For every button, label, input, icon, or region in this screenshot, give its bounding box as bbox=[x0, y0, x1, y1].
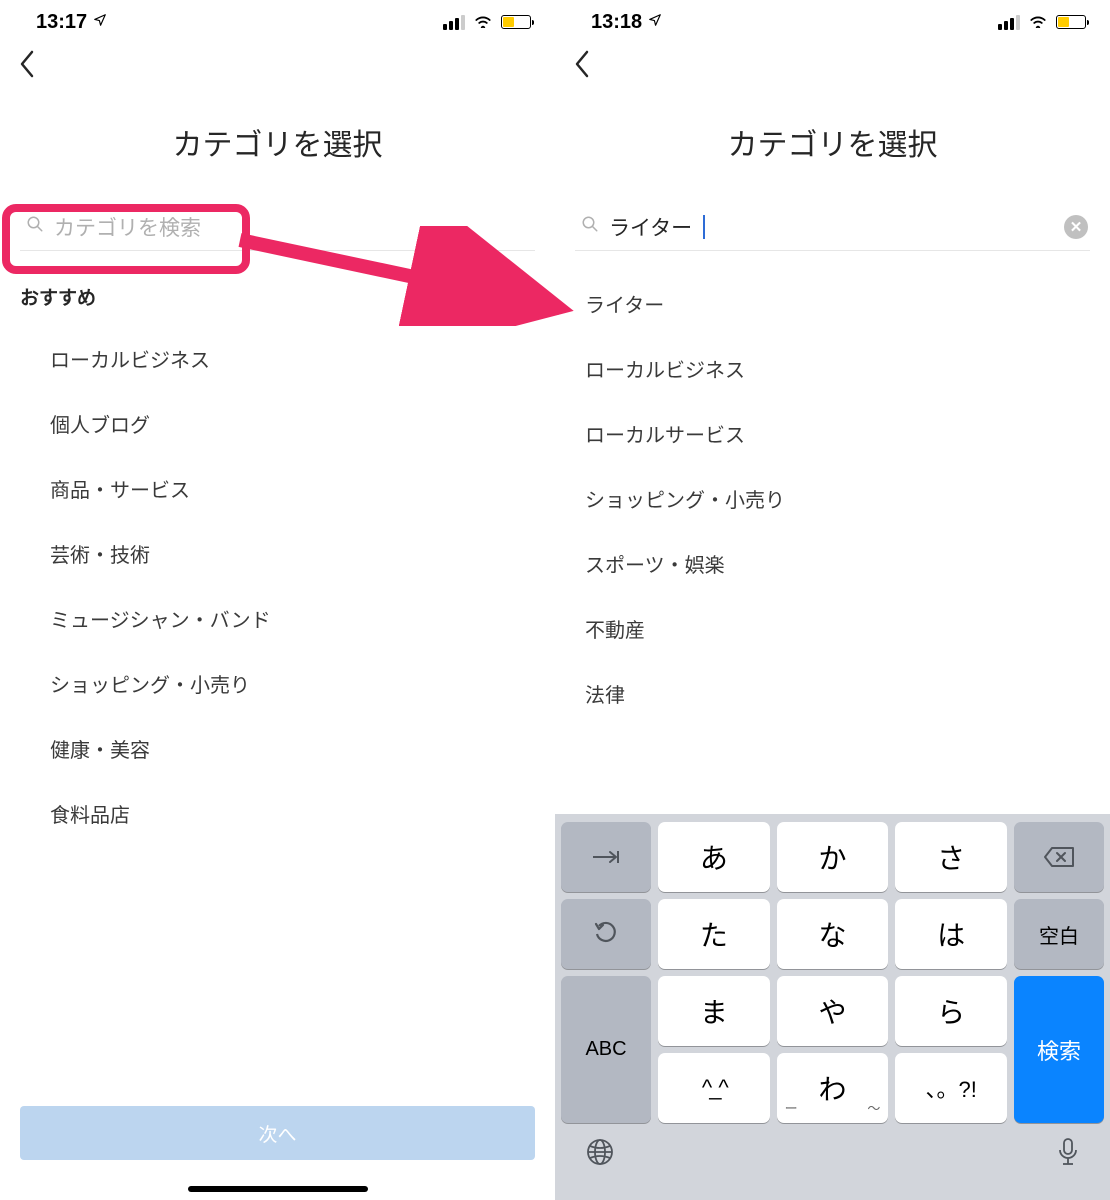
search-input[interactable]: ライター ✕ bbox=[575, 204, 1090, 251]
kb-undo[interactable] bbox=[561, 899, 651, 969]
signal-icon bbox=[443, 15, 465, 30]
list-item[interactable]: 法律 bbox=[555, 661, 1110, 726]
status-time: 13:17 bbox=[36, 11, 87, 34]
signal-icon bbox=[998, 15, 1020, 30]
nav-bar bbox=[555, 44, 1110, 92]
battery-icon bbox=[501, 15, 531, 29]
list-item[interactable]: ミュージシャン・バンド bbox=[0, 586, 555, 651]
list-item[interactable]: ローカルビジネス bbox=[0, 326, 555, 391]
status-time: 13:18 bbox=[591, 11, 642, 34]
page-title: カテゴリを選択 bbox=[0, 92, 555, 204]
list-item[interactable]: ショッピング・小売り bbox=[555, 466, 1110, 531]
section-label: おすすめ bbox=[0, 251, 555, 320]
list-item[interactable]: 食料品店 bbox=[0, 781, 555, 846]
search-value: ライター bbox=[609, 212, 692, 242]
list-item[interactable]: ライター bbox=[555, 271, 1110, 336]
kb-search[interactable]: 検索 bbox=[1014, 976, 1104, 1123]
kb-backspace[interactable] bbox=[1014, 822, 1104, 892]
list-item[interactable]: 芸術・技術 bbox=[0, 521, 555, 586]
status-bar: 13:18 bbox=[555, 0, 1110, 44]
kb-space[interactable]: 空白 bbox=[1014, 899, 1104, 969]
kb-key-a[interactable]: あ bbox=[658, 822, 770, 892]
search-results: ライター ローカルビジネス ローカルサービス ショッピング・小売り スポーツ・娯… bbox=[555, 251, 1110, 732]
kb-key-emoji[interactable]: ^_^ bbox=[658, 1053, 770, 1123]
search-placeholder: カテゴリを検索 bbox=[54, 212, 201, 242]
status-bar: 13:17 bbox=[0, 0, 555, 44]
list-item[interactable]: ショッピング・小売り bbox=[0, 651, 555, 716]
kb-key-na[interactable]: な bbox=[777, 899, 889, 969]
keyboard: あ か さ た な は 空白 ABC ま や ら 検索 ^_^ わ 、。?! bbox=[555, 814, 1110, 1200]
page-title: カテゴリを選択 bbox=[555, 92, 1110, 204]
search-input[interactable]: カテゴリを検索 bbox=[20, 204, 535, 251]
location-icon bbox=[93, 13, 107, 32]
battery-icon bbox=[1056, 15, 1086, 29]
kb-key-ya[interactable]: や bbox=[777, 976, 889, 1046]
kb-tab[interactable] bbox=[561, 822, 651, 892]
wifi-icon bbox=[1028, 12, 1048, 33]
clear-button[interactable]: ✕ bbox=[1064, 215, 1088, 239]
kb-key-wa[interactable]: わ bbox=[777, 1053, 889, 1123]
list-item[interactable]: ローカルサービス bbox=[555, 401, 1110, 466]
phone-right: 13:18 カテゴリを選択 ライター ✕ ライター ローカルビ bbox=[555, 0, 1110, 1200]
next-button[interactable]: 次へ bbox=[20, 1106, 535, 1160]
list-item[interactable]: 健康・美容 bbox=[0, 716, 555, 781]
kb-key-sa[interactable]: さ bbox=[895, 822, 1007, 892]
list-item[interactable]: 商品・サービス bbox=[0, 456, 555, 521]
kb-key-ha[interactable]: は bbox=[895, 899, 1007, 969]
kb-key-ra[interactable]: ら bbox=[895, 976, 1007, 1046]
list-item[interactable]: スポーツ・娯楽 bbox=[555, 531, 1110, 596]
category-list: ローカルビジネス 個人ブログ 商品・サービス 芸術・技術 ミュージシャン・バンド… bbox=[0, 320, 555, 852]
globe-icon[interactable] bbox=[585, 1137, 615, 1174]
location-icon bbox=[648, 13, 662, 32]
back-button[interactable] bbox=[573, 50, 591, 86]
nav-bar bbox=[0, 44, 555, 92]
home-indicator[interactable] bbox=[188, 1186, 368, 1192]
list-item[interactable]: 不動産 bbox=[555, 596, 1110, 661]
kb-key-punct[interactable]: 、。?! bbox=[895, 1053, 1007, 1123]
phone-left: 13:17 カテゴリを選択 カテゴリを検索 おすすめ ローカルビジネス bbox=[0, 0, 555, 1200]
kb-key-ma[interactable]: ま bbox=[658, 976, 770, 1046]
search-icon bbox=[26, 215, 44, 239]
kb-abc[interactable]: ABC bbox=[561, 976, 651, 1123]
kb-key-ka[interactable]: か bbox=[777, 822, 889, 892]
search-icon bbox=[581, 215, 599, 239]
text-caret bbox=[703, 215, 705, 239]
mic-icon[interactable] bbox=[1056, 1137, 1080, 1174]
wifi-icon bbox=[473, 12, 493, 33]
next-label: 次へ bbox=[258, 1120, 296, 1147]
back-button[interactable] bbox=[18, 50, 36, 86]
list-item[interactable]: 個人ブログ bbox=[0, 391, 555, 456]
kb-key-ta[interactable]: た bbox=[658, 899, 770, 969]
list-item[interactable]: ローカルビジネス bbox=[555, 336, 1110, 401]
